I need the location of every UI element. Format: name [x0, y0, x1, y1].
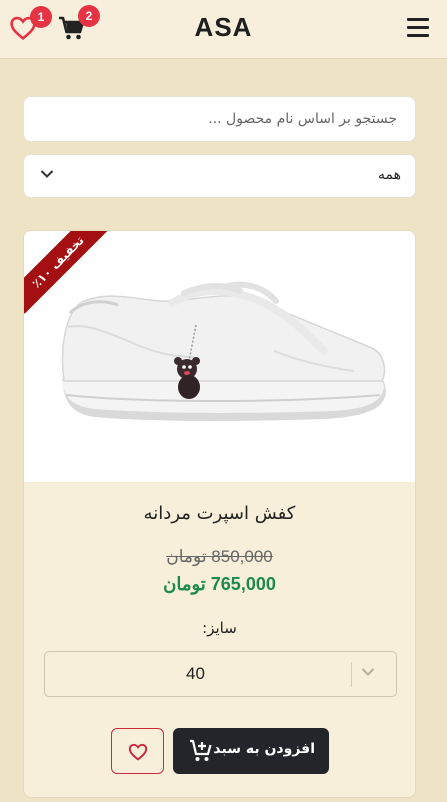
size-label: سایز: [202, 619, 237, 637]
add-to-cart-label: افزودن به سبد [213, 741, 315, 757]
old-price: 850,000 تومان [166, 547, 273, 566]
brand-logo[interactable]: ASA [0, 12, 447, 43]
new-price: 765,000 تومان [163, 574, 276, 594]
chevron-down-icon [40, 170, 54, 178]
add-to-wishlist-button[interactable] [111, 728, 164, 774]
category-select[interactable]: همه [23, 154, 416, 198]
heart-icon [128, 743, 148, 761]
size-select[interactable]: 40 [44, 651, 397, 697]
menu-icon[interactable] [407, 17, 429, 37]
size-select-value: 40 [186, 664, 205, 683]
product-card[interactable]: تخفیف ۱۰٪ کفش اسپرت مردانه 850,000 تومان… [23, 230, 416, 798]
product-name[interactable]: کفش اسپرت مردانه [24, 503, 415, 524]
cart-add-icon [190, 739, 212, 761]
add-to-cart-button[interactable]: افزودن به سبد [173, 728, 329, 774]
sneaker-image [61, 281, 386, 421]
chevron-down-icon [361, 668, 375, 676]
top-bar: 1 2 ASA [0, 0, 447, 59]
search-input[interactable] [23, 96, 416, 142]
product-image[interactable]: تخفیف ۱۰٪ [24, 231, 415, 482]
category-select-value: همه [378, 167, 401, 183]
select-divider [351, 662, 352, 687]
